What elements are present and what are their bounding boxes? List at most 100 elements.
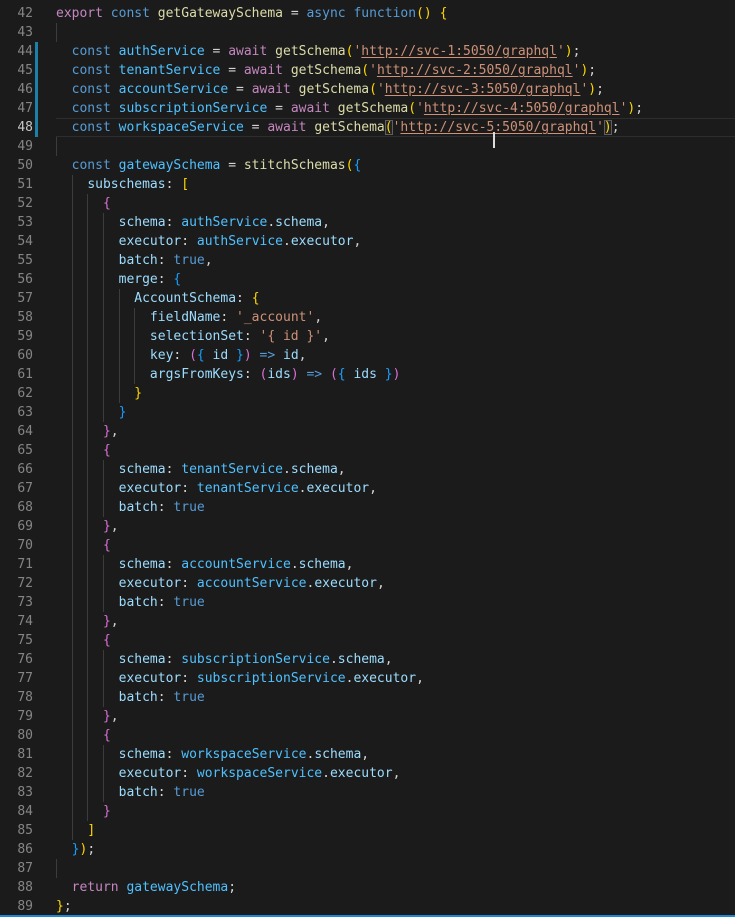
line-number[interactable]: 61 [0,365,56,384]
code-line-content[interactable]: merge: { [56,270,735,289]
code-line-content[interactable]: batch: true [56,783,735,802]
code-line-content[interactable]: executor: subscriptionService.executor, [56,669,735,688]
code-line[interactable]: 89}; [0,897,735,916]
line-number[interactable]: 81 [0,745,56,764]
code-line[interactable]: 77 executor: subscriptionService.executo… [0,669,735,688]
code-line[interactable]: 55 batch: true, [0,251,735,270]
line-number[interactable]: 70 [0,536,56,555]
code-line[interactable]: 43 [0,23,735,42]
line-number[interactable]: 65 [0,441,56,460]
code-line-content[interactable]: { [56,194,735,213]
code-line[interactable]: 46 const accountService = await getSchem… [0,80,735,99]
code-line[interactable]: 79 }, [0,707,735,726]
line-number[interactable]: 62 [0,384,56,403]
line-number[interactable]: 68 [0,498,56,517]
code-line[interactable]: 74 }, [0,612,735,631]
code-line-content[interactable]: }, [56,422,735,441]
code-line-content[interactable]: executor: tenantService.executor, [56,479,735,498]
line-number[interactable]: 78 [0,688,56,707]
line-number[interactable]: 79 [0,707,56,726]
line-number[interactable]: 51 [0,175,56,194]
code-line-content[interactable]: }, [56,707,735,726]
code-line[interactable]: 81 schema: workspaceService.schema, [0,745,735,764]
line-number[interactable]: 66 [0,460,56,479]
code-line[interactable]: 54 executor: authService.executor, [0,232,735,251]
code-line-content[interactable]: batch: true [56,498,735,517]
code-line[interactable]: 67 executor: tenantService.executor, [0,479,735,498]
line-number[interactable]: 84 [0,802,56,821]
code-line-content[interactable]: AccountSchema: { [56,289,735,308]
code-line[interactable]: 87 [0,859,735,878]
code-line-content[interactable]: } [56,403,735,422]
code-line[interactable]: 52 { [0,194,735,213]
line-number[interactable]: 75 [0,631,56,650]
code-line-content[interactable]: key: ({ id }) => id, [56,346,735,365]
line-number[interactable]: 60 [0,346,56,365]
code-line[interactable]: 73 batch: true [0,593,735,612]
code-line[interactable]: 57 AccountSchema: { [0,289,735,308]
code-line[interactable]: 59 selectionSet: '{ id }', [0,327,735,346]
line-number[interactable]: 50 [0,156,56,175]
line-number[interactable]: 69 [0,517,56,536]
code-line-content[interactable]: fieldName: '_account', [56,308,735,327]
code-line[interactable]: 60 key: ({ id }) => id, [0,346,735,365]
line-number[interactable]: 44 [0,42,56,61]
line-number[interactable]: 58 [0,308,56,327]
code-line-content[interactable]: { [56,441,735,460]
line-number[interactable]: 83 [0,783,56,802]
code-line-content[interactable]: }, [56,612,735,631]
code-line-content[interactable]: { [56,631,735,650]
code-line[interactable]: 53 schema: authService.schema, [0,213,735,232]
line-number[interactable]: 46 [0,80,56,99]
line-number[interactable]: 43 [0,23,56,42]
line-number[interactable]: 47 [0,99,56,118]
line-number[interactable]: 72 [0,574,56,593]
code-line-content[interactable]: ] [56,821,735,840]
code-line[interactable]: 71 schema: accountService.schema, [0,555,735,574]
line-number[interactable]: 86 [0,840,56,859]
code-line-content[interactable]: batch: true, [56,251,735,270]
line-number[interactable]: 85 [0,821,56,840]
code-line[interactable]: 47 const subscriptionService = await get… [0,99,735,118]
line-number[interactable]: 59 [0,327,56,346]
code-line[interactable]: 44 const authService = await getSchema('… [0,42,735,61]
code-line[interactable]: 69 }, [0,517,735,536]
code-line-content[interactable]: const workspaceService = await getSchema… [56,118,735,137]
code-line-content[interactable]: return gatewaySchema; [56,878,735,897]
code-line-content[interactable]: { [56,726,735,745]
line-number[interactable]: 42 [0,4,56,23]
code-line[interactable]: 83 batch: true [0,783,735,802]
code-editor[interactable]: 42export const getGatewaySchema = async … [0,0,735,917]
code-line[interactable]: 64 }, [0,422,735,441]
code-line[interactable]: 51 subschemas: [ [0,175,735,194]
code-line[interactable]: 45 const tenantService = await getSchema… [0,61,735,80]
code-line-content[interactable]: schema: accountService.schema, [56,555,735,574]
code-line-content[interactable]: subschemas: [ [56,175,735,194]
line-number[interactable]: 80 [0,726,56,745]
code-line-content[interactable]: const authService = await getSchema('htt… [56,42,735,61]
code-line-content[interactable]: export const getGatewaySchema = async fu… [56,4,735,23]
code-line-content[interactable]: executor: accountService.executor, [56,574,735,593]
line-number[interactable]: 56 [0,270,56,289]
code-line-content[interactable]: const subscriptionService = await getSch… [56,99,735,118]
code-line[interactable]: 80 { [0,726,735,745]
line-number[interactable]: 89 [0,897,56,916]
code-line-content[interactable]: batch: true [56,593,735,612]
line-number[interactable]: 53 [0,213,56,232]
line-number[interactable]: 74 [0,612,56,631]
code-line[interactable]: 49 [0,137,735,156]
line-number[interactable]: 77 [0,669,56,688]
code-line[interactable]: 66 schema: tenantService.schema, [0,460,735,479]
line-number[interactable]: 49 [0,137,56,156]
code-line[interactable]: 58 fieldName: '_account', [0,308,735,327]
code-line-content[interactable]: schema: authService.schema, [56,213,735,232]
code-line-content[interactable]: schema: subscriptionService.schema, [56,650,735,669]
line-number[interactable]: 73 [0,593,56,612]
code-line-content[interactable]: schema: workspaceService.schema, [56,745,735,764]
code-line-content[interactable] [56,137,735,156]
line-number[interactable]: 48 [0,118,56,137]
line-number[interactable]: 71 [0,555,56,574]
code-line-content[interactable]: }); [56,840,735,859]
code-line[interactable]: 76 schema: subscriptionService.schema, [0,650,735,669]
code-line[interactable]: 42export const getGatewaySchema = async … [0,4,735,23]
